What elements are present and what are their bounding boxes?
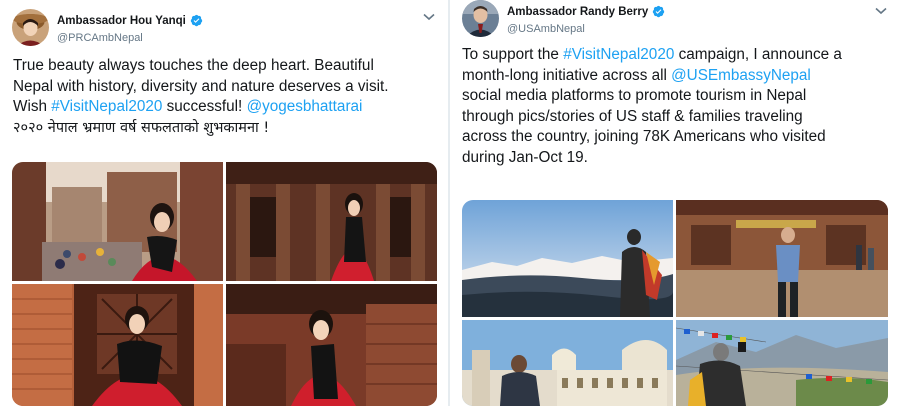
hashtag-link[interactable]: #VisitNepal2020: [563, 46, 674, 63]
user-handle[interactable]: @PRCAmbNepal: [57, 32, 203, 44]
photo-ambassador-courtyard[interactable]: [12, 162, 223, 281]
tweet-header: Ambassador Randy Berry @USAmbNepal: [462, 0, 888, 40]
photo-staff-prayer-flags[interactable]: [676, 320, 888, 406]
tweet-randy-berry[interactable]: Ambassador Randy Berry @USAmbNepal To su…: [450, 0, 900, 406]
chevron-down-icon[interactable]: [874, 6, 888, 16]
tweet-line: across the country, joining 78K American…: [462, 128, 826, 145]
user-handle[interactable]: @USAmbNepal: [507, 23, 665, 35]
mention-link[interactable]: @USEmbassyNepal: [671, 67, 811, 84]
tweet-line: Nepal with history, diversity and nature…: [13, 77, 389, 95]
tweet-hou-yanqi[interactable]: Ambassador Hou Yanqi @PRCAmbNepal True b…: [0, 0, 448, 406]
tweet-header: Ambassador Hou Yanqi @PRCAmbNepal: [12, 8, 436, 48]
photo-staff-palace[interactable]: [462, 320, 673, 406]
photo-ambassador-temple-pillars[interactable]: [226, 162, 437, 281]
hashtag-link[interactable]: #VisitNepal2020: [51, 98, 162, 115]
avatar[interactable]: [12, 9, 49, 46]
avatar[interactable]: [462, 0, 499, 37]
display-name[interactable]: Ambassador Randy Berry: [507, 6, 648, 18]
photo-grid: [12, 162, 437, 406]
photo-grid: [462, 200, 888, 406]
verified-badge-icon: [653, 5, 665, 18]
photo-ambassador-durbar-square[interactable]: [676, 200, 888, 317]
photo-himalaya-viewpoint[interactable]: [462, 200, 673, 317]
tweet-line: २०२० नेपाल भ्रमाण वर्ष सफलताको शुभकामना …: [13, 119, 270, 136]
photo-ambassador-carved-window[interactable]: [12, 284, 223, 406]
tweet-text: True beauty always touches the deep hear…: [13, 56, 438, 138]
tweet-line: social media platforms to promote touris…: [462, 87, 807, 104]
tweet-line: Wish #VisitNepal2020 successful! @yogesb…: [13, 98, 363, 115]
tweet-line: during Jan-Oct 19.: [462, 148, 588, 166]
chevron-down-icon[interactable]: [422, 12, 436, 22]
mention-link[interactable]: @yogesbhattarai: [247, 98, 363, 115]
tweet-line: month-long initiative across all @USEmba…: [462, 66, 811, 84]
photo-ambassador-brick-wall[interactable]: [226, 284, 437, 406]
tweet-line: through pics/stories of US staff & famil…: [462, 107, 803, 125]
verified-badge-icon: [190, 14, 203, 27]
tweet-line: To support the #VisitNepal2020 campaign,…: [462, 46, 842, 63]
display-name[interactable]: Ambassador Hou Yanqi: [57, 15, 186, 27]
tweet-text: To support the #VisitNepal2020 campaign,…: [462, 45, 894, 168]
tweet-line: True beauty always touches the deep hear…: [13, 57, 374, 74]
